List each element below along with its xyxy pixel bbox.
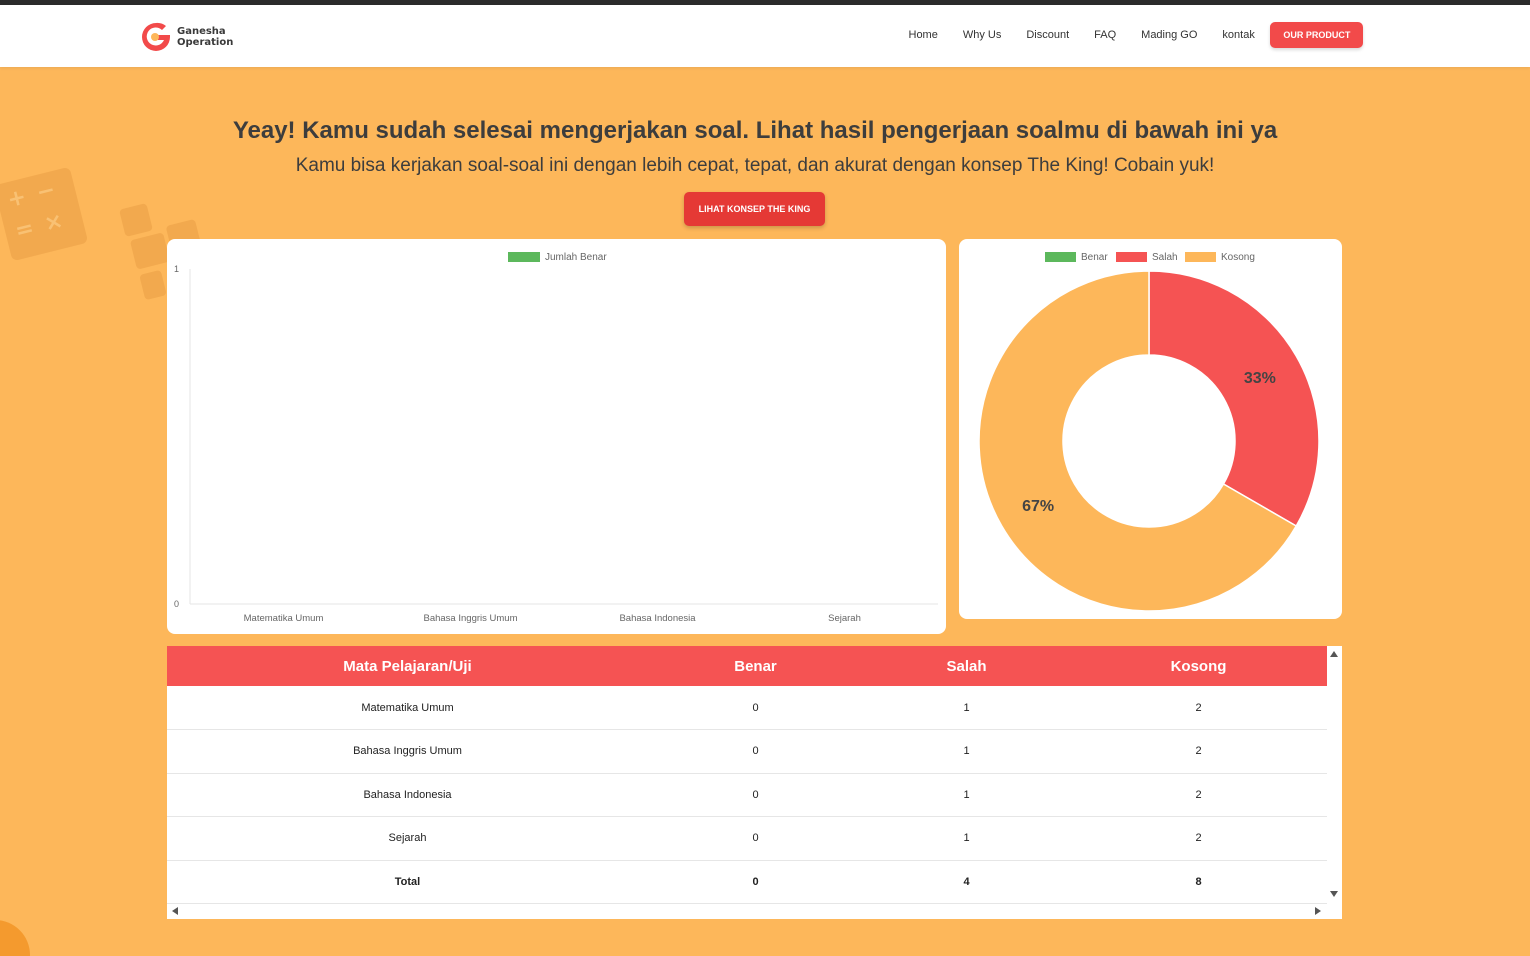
bar-chart: Jumlah Benar 0 1 Matematika Umum Bahasa Ingg… [174, 252, 938, 624]
scroll-down-icon[interactable] [1330, 891, 1338, 897]
math-symbols-decoration: + − = × [0, 166, 89, 262]
vertical-scrollbar[interactable] [1327, 646, 1342, 904]
legend-label: Benar [1081, 252, 1108, 263]
nav-link-discount[interactable]: Discount [1014, 22, 1082, 48]
slice-percent-label: 67% [1022, 498, 1054, 515]
brand-name-line2: Operation [177, 37, 234, 48]
scroll-up-icon[interactable] [1330, 651, 1338, 657]
cell-kosong: 2 [1070, 773, 1327, 817]
legend-swatch [1045, 252, 1076, 262]
times-glyph: × [41, 208, 66, 238]
x-tick-label: Sejarah [828, 613, 861, 624]
nav-link-why-us[interactable]: Why Us [950, 22, 1014, 48]
legend-swatch [1185, 252, 1216, 262]
cell-subject: Bahasa Inggris Umum [167, 729, 648, 774]
header-benar: Benar [734, 657, 777, 675]
table-row: Sejarah 0 1 2 [167, 816, 1327, 861]
legend-label: Salah [1152, 252, 1178, 263]
legend-swatch-jumlah-benar [508, 252, 540, 262]
cell-kosong: 2 [1070, 816, 1327, 861]
nav-menu: Home Why Us Discount FAQ Mading GO konta… [896, 22, 1364, 48]
cell-subject: Bahasa Indonesia [167, 773, 648, 817]
doughnut-legend: Benar Salah Kosong [1045, 252, 1255, 263]
cell-salah: 1 [863, 729, 1070, 774]
ganesha-logo-icon [142, 22, 170, 51]
x-tick-label: Bahasa Inggris Umum [424, 613, 518, 624]
scroll-right-icon[interactable] [1315, 907, 1321, 915]
legend-swatch [1116, 252, 1147, 262]
nav-link-home[interactable]: Home [896, 22, 950, 48]
y-tick-label: 0 [174, 599, 179, 609]
scroll-left-icon[interactable] [172, 907, 178, 915]
decor-square [119, 203, 153, 237]
nav-link-kontak[interactable]: kontak [1210, 22, 1267, 48]
cell-kosong: 2 [1070, 686, 1327, 730]
horizontal-scrollbar[interactable] [167, 904, 1342, 919]
table-row: Bahasa Indonesia 0 1 2 [167, 773, 1327, 817]
nav-link-mading-go[interactable]: Mading GO [1129, 22, 1210, 48]
cell-subject: Matematika Umum [167, 686, 648, 730]
doughnut-chart-card: Benar Salah Kosong 33% 67% [959, 239, 1342, 619]
decor-square [139, 269, 167, 301]
table-row: Bahasa Inggris Umum 0 1 2 [167, 729, 1327, 774]
cell-total-benar: 0 [648, 860, 863, 904]
cell-total-kosong: 8 [1070, 860, 1327, 904]
y-tick-label: 1 [174, 264, 179, 274]
cell-benar: 0 [648, 686, 863, 730]
cell-benar: 0 [648, 729, 863, 774]
cell-total-label: Total [167, 860, 648, 904]
table-total-row: Total 0 4 8 [167, 860, 1327, 904]
cell-total-salah: 4 [863, 860, 1070, 904]
brand-logo[interactable]: Ganesha Operation [140, 21, 233, 53]
decor-circle [0, 920, 30, 956]
cell-salah: 1 [863, 773, 1070, 817]
cell-salah: 1 [863, 686, 1070, 730]
cell-subject: Sejarah [167, 816, 648, 861]
brand-name-line1: Ganesha [177, 26, 226, 37]
navbar: Ganesha Operation Home Why Us Discount F… [0, 5, 1530, 67]
lihat-konsep-button[interactable]: LIHAT KONSEP THE KING [684, 192, 825, 226]
results-table: Mata Pelajaran/Uji Benar Salah Kosong Ma… [167, 646, 1327, 904]
bar-chart-card: Jumlah Benar 0 1 Matematika Umum Bahasa Ingg… [167, 239, 946, 634]
header-kosong: Kosong [1170, 657, 1227, 675]
bar-legend: Jumlah Benar [508, 252, 607, 263]
cell-salah: 1 [863, 816, 1070, 861]
table-header-row: Mata Pelajaran/Uji Benar Salah Kosong [167, 646, 1327, 686]
legend-label: Kosong [1221, 252, 1255, 263]
doughnut-slice [1148, 270, 1320, 528]
slice-percent-label: 33% [1244, 370, 1276, 387]
our-product-button[interactable]: OUR PRODUCT [1270, 22, 1364, 48]
table-row: Matematika Umum 0 1 2 [167, 686, 1327, 730]
minus-glyph: − [33, 177, 58, 206]
cell-kosong: 2 [1070, 729, 1327, 774]
x-tick-label: Bahasa Indonesia [619, 613, 696, 624]
plus-glyph: + [4, 184, 29, 214]
header-mata-pelajaran: Mata Pelajaran/Uji [343, 657, 472, 675]
x-tick-label: Matematika Umum [244, 613, 324, 624]
nav-link-faq[interactable]: FAQ [1082, 22, 1129, 48]
equals-glyph: = [12, 215, 37, 245]
cell-benar: 0 [648, 816, 863, 861]
brand-name: Ganesha Operation [177, 26, 233, 48]
doughnut-chart: Benar Salah Kosong 33% 67% [978, 252, 1320, 612]
results-table-container[interactable]: Mata Pelajaran/Uji Benar Salah Kosong Ma… [167, 646, 1342, 919]
legend-label-jumlah-benar: Jumlah Benar [545, 252, 607, 263]
hero-title: Yeay! Kamu sudah selesai mengerjakan soa… [232, 117, 1278, 144]
header-salah: Salah [946, 657, 987, 675]
decor-square [129, 232, 171, 270]
cell-benar: 0 [648, 773, 863, 817]
hero-subtitle: Kamu bisa kerjakan soal-soal ini dengan … [295, 155, 1215, 176]
